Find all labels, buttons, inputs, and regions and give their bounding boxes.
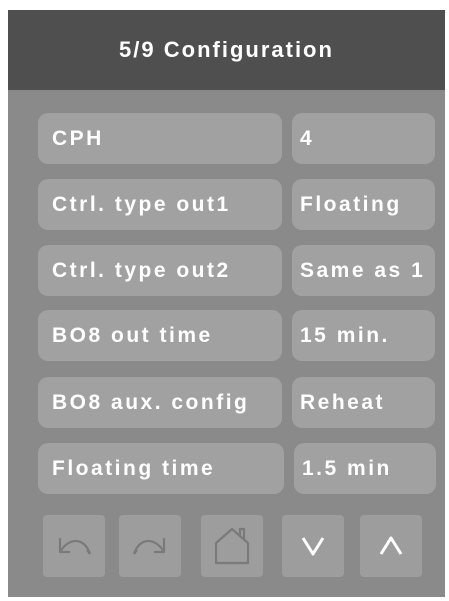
- chevron-down-icon: [301, 536, 325, 556]
- row-value-floating-time[interactable]: 1.5 min: [294, 443, 436, 494]
- row-value-ctrl-type-out2[interactable]: Same as 1: [292, 245, 435, 296]
- chevron-up-icon: [379, 536, 403, 556]
- row-value-bo8-aux-config[interactable]: Reheat: [292, 377, 435, 428]
- row-value-ctrl-type-out1[interactable]: Floating: [292, 179, 435, 230]
- scroll-down-button[interactable]: [282, 515, 344, 577]
- row-value-bo8-out-time[interactable]: 15 min.: [292, 310, 435, 361]
- row-label-bo8-aux-config[interactable]: BO8 aux. config: [38, 377, 282, 428]
- scroll-up-button[interactable]: [360, 515, 422, 577]
- undo-icon: [54, 528, 94, 564]
- row-label-cph[interactable]: CPH: [38, 113, 282, 164]
- row-value-cph[interactable]: 4: [292, 113, 435, 164]
- undo-button[interactable]: [43, 515, 105, 577]
- page-title: 5/9 Configuration: [8, 10, 445, 90]
- row-label-ctrl-type-out1[interactable]: Ctrl. type out1: [38, 179, 282, 230]
- redo-icon: [130, 528, 170, 564]
- thermostat-screen: 5/9 Configuration CPH 4 Ctrl. type out1 …: [8, 10, 445, 597]
- redo-button[interactable]: [119, 515, 181, 577]
- home-icon: [212, 525, 252, 567]
- row-label-bo8-out-time[interactable]: BO8 out time: [38, 310, 282, 361]
- row-label-ctrl-type-out2[interactable]: Ctrl. type out2: [38, 245, 282, 296]
- home-button[interactable]: [201, 515, 263, 577]
- row-label-floating-time[interactable]: Floating time: [38, 443, 284, 494]
